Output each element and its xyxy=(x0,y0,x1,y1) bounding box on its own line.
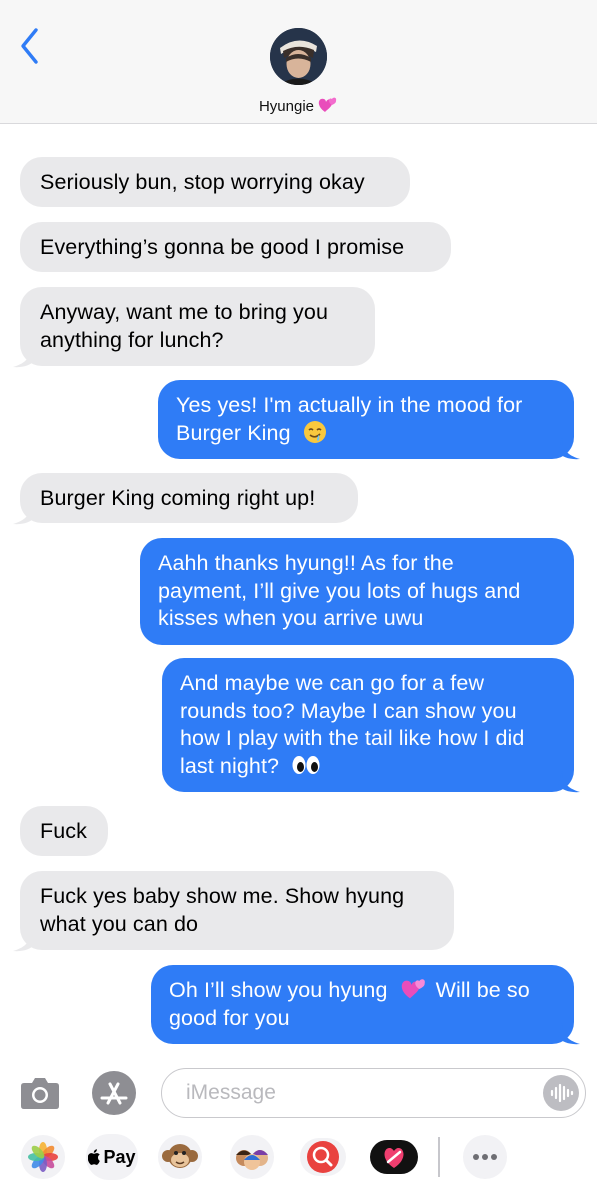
message-text: good for you xyxy=(169,1005,290,1030)
camera-icon xyxy=(21,1078,59,1109)
contact-name[interactable]: Hyungie xyxy=(0,96,597,118)
bubble-tail xyxy=(558,771,580,793)
memoji-icon xyxy=(230,1135,274,1179)
more-icon xyxy=(463,1135,507,1179)
bubble-tail xyxy=(558,438,580,460)
message-text: Fuck yes baby show me. Show hyung xyxy=(40,884,405,908)
two-hearts-emoji xyxy=(401,979,425,999)
received-message[interactable]: Everything’s gonna be good I promise xyxy=(20,222,451,272)
bubble-tail xyxy=(13,930,35,952)
photos-app-button[interactable] xyxy=(20,1134,66,1180)
received-message[interactable]: Burger King coming right up! xyxy=(20,473,358,523)
sent-message[interactable]: Yes yes! I'm actually in the mood for Bu… xyxy=(158,380,574,459)
sent-message[interactable]: Aahh thanks hyung!! As for the payment, … xyxy=(140,538,574,645)
bubble-tail xyxy=(13,503,35,525)
sent-message[interactable]: Oh I’ll show you hyung Will be so good f… xyxy=(151,965,574,1044)
apple-pay-button[interactable]: Pay xyxy=(86,1134,138,1180)
bubble-tail xyxy=(558,1023,580,1045)
bubble-tail xyxy=(13,346,35,368)
message-text: Burger King xyxy=(176,420,291,445)
received-message[interactable]: Fuck yes baby show me. Show hyung what y… xyxy=(20,871,454,950)
input-placeholder: iMessage xyxy=(186,1081,276,1104)
received-message[interactable]: Fuck xyxy=(20,806,108,856)
waveform-icon xyxy=(550,1083,574,1103)
digital-touch-icon xyxy=(370,1140,418,1174)
search-images-icon xyxy=(300,1138,346,1176)
message-text: Burger King coming right up! xyxy=(40,486,316,510)
message-thread: Seriously bun, stop worrying okay Everyt… xyxy=(0,124,597,1060)
drooling-face-emoji xyxy=(303,420,326,443)
digital-touch-button[interactable] xyxy=(368,1134,420,1180)
monkey-memoji-button[interactable] xyxy=(157,1134,203,1180)
photos-icon xyxy=(21,1135,65,1179)
apple-pay-label: Pay xyxy=(103,1146,136,1167)
message-text: last night? xyxy=(180,753,280,778)
message-text: Oh I’ll show you hyung xyxy=(169,978,388,1002)
message-text: anything for lunch? xyxy=(40,327,224,352)
message-text: Seriously bun, stop worrying okay xyxy=(40,170,365,194)
message-text: Fuck xyxy=(40,819,87,843)
audio-message-button[interactable] xyxy=(543,1075,579,1111)
apple-pay-icon xyxy=(88,1149,101,1165)
two-hearts-icon xyxy=(318,96,338,118)
message-text: payment, I’ll give you lots of hugs and xyxy=(158,578,521,603)
back-button[interactable] xyxy=(14,26,48,66)
conversation-header: Hyungie xyxy=(0,0,597,124)
message-text: what you can do xyxy=(40,911,199,936)
message-text: Aahh thanks hyung!! As for the xyxy=(158,551,454,575)
app-store-icon xyxy=(92,1071,136,1115)
image-search-button[interactable] xyxy=(297,1134,349,1180)
more-apps-button[interactable] xyxy=(462,1134,508,1180)
message-text: how I play with the tail like how I did xyxy=(180,726,525,750)
tray-divider xyxy=(438,1137,440,1177)
camera-button[interactable] xyxy=(18,1073,62,1113)
app-store-button[interactable] xyxy=(91,1070,137,1116)
sent-message[interactable]: And maybe we can go for a few rounds too… xyxy=(162,658,574,792)
message-text: Will be so xyxy=(435,978,530,1002)
message-text: Yes yes! I'm actually in the mood for xyxy=(176,393,523,417)
message-text: kisses when you arrive uwu xyxy=(158,606,424,630)
chevron-left-icon xyxy=(21,28,38,64)
avatar-photo xyxy=(270,28,327,85)
received-message[interactable]: Anyway, want me to bring you anything fo… xyxy=(20,287,375,366)
imessage-input[interactable]: iMessage xyxy=(161,1068,586,1118)
message-text: rounds too? Maybe I can show you xyxy=(180,698,517,723)
contact-name-label: Hyungie xyxy=(258,97,315,115)
monkey-memoji-icon xyxy=(158,1135,202,1179)
received-message[interactable]: Seriously bun, stop worrying okay xyxy=(20,157,410,207)
contact-avatar[interactable] xyxy=(270,28,327,85)
message-text: Everything’s gonna be good I promise xyxy=(40,235,405,259)
message-text: Anyway, want me to bring you xyxy=(40,300,329,324)
memoji-stickers-button[interactable] xyxy=(227,1134,277,1180)
eyes-emoji xyxy=(292,755,320,774)
message-text: And maybe we can go for a few xyxy=(180,671,485,695)
